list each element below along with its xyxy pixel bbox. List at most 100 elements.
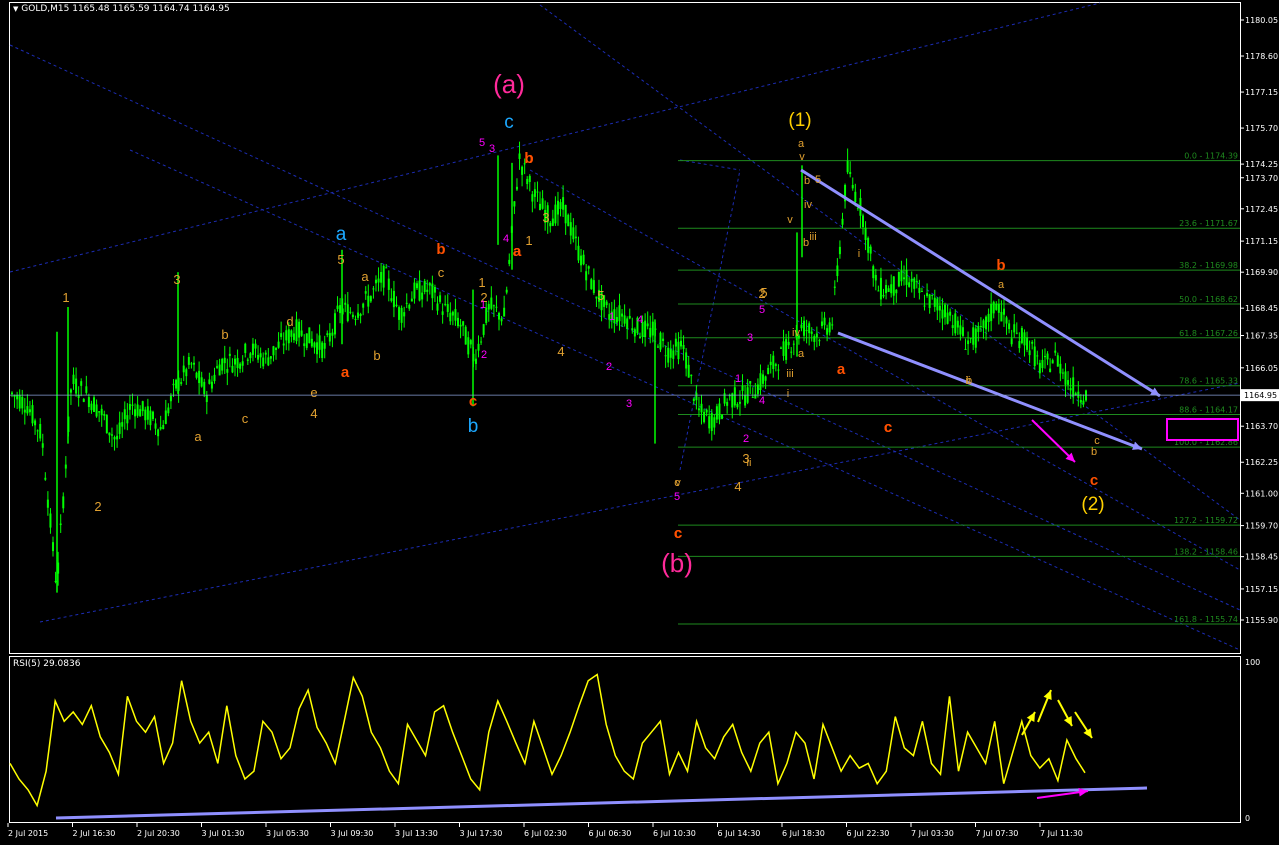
wave-label-cyan: c xyxy=(504,112,514,133)
candle-body xyxy=(244,343,247,354)
target-arrow xyxy=(1031,419,1076,463)
candle-body xyxy=(1082,400,1085,405)
candle-body xyxy=(426,289,429,292)
candle-body xyxy=(649,327,652,338)
candle-body xyxy=(290,330,293,337)
wave-label-magenta: 4 xyxy=(503,233,509,245)
candle-body xyxy=(195,372,198,378)
candle-body xyxy=(392,290,395,308)
candle-body xyxy=(403,312,406,317)
candle-body xyxy=(116,435,119,440)
candle-body xyxy=(1064,371,1067,385)
candle-body xyxy=(582,254,585,265)
fib-level-label: 61.8 - 1167.26 xyxy=(1179,329,1238,338)
candle-body xyxy=(346,304,349,321)
wave-label-gold: 1 xyxy=(478,275,485,290)
y-tick-label: 1155.90 xyxy=(1245,616,1278,625)
y-tick-label: 1174.25 xyxy=(1245,160,1278,169)
candle-body xyxy=(682,344,685,350)
candle-body xyxy=(44,477,47,480)
candle-body xyxy=(905,270,908,285)
candle-body xyxy=(90,403,93,411)
candle-body xyxy=(820,321,823,327)
wave-label-gold: v xyxy=(787,214,793,226)
main-panel-border xyxy=(9,2,1241,654)
symbol-header[interactable]: ▼ GOLD,M15 1165.48 1165.59 1164.74 1164.… xyxy=(13,4,230,14)
trend-arrows xyxy=(55,168,1239,820)
y-tick-label: 1173.70 xyxy=(1245,174,1278,183)
candle-body xyxy=(762,374,765,384)
candle-body xyxy=(16,395,19,400)
candle-body xyxy=(228,353,231,357)
candle-body xyxy=(703,411,706,423)
candle-body xyxy=(364,291,367,294)
rsi-series-line xyxy=(9,673,1086,808)
candle-body xyxy=(987,313,990,323)
candle-body xyxy=(772,355,775,370)
candle-body xyxy=(359,313,362,317)
candle-body xyxy=(398,307,401,320)
candle-body xyxy=(1026,337,1029,350)
candle-body xyxy=(895,289,898,294)
candle-body xyxy=(954,313,957,334)
candle-body xyxy=(897,271,900,287)
candle-body xyxy=(931,294,934,296)
candle-body xyxy=(967,340,970,345)
candle-body xyxy=(587,266,590,269)
candle-body xyxy=(1010,338,1013,345)
candle-body xyxy=(72,374,75,385)
candle-body xyxy=(474,358,477,364)
candle-body xyxy=(956,320,959,328)
wave-label-gold: i xyxy=(858,248,860,260)
candle-body xyxy=(1067,380,1070,385)
candle-body xyxy=(1036,355,1039,357)
candle-body xyxy=(154,423,157,429)
y-tick-label: 1159.70 xyxy=(1245,522,1278,531)
candle-body xyxy=(59,523,62,526)
wave-label-gold: iv xyxy=(804,199,812,211)
candle-body xyxy=(308,327,311,344)
candle-body xyxy=(387,278,390,290)
candle-body xyxy=(41,443,44,448)
wave-label-gold: d xyxy=(286,314,293,329)
candle-body xyxy=(531,194,534,202)
candle-body xyxy=(577,245,580,261)
candle-body xyxy=(131,404,134,406)
x-tick-label: 6 Jul 06:30 xyxy=(589,829,632,838)
candle-body xyxy=(382,265,385,288)
rsi-header: RSI(5) 29.0836 xyxy=(13,659,80,669)
candle-body xyxy=(192,362,195,365)
candle-body xyxy=(98,411,101,413)
candle-body xyxy=(182,365,185,373)
wave-label-orange: c xyxy=(674,525,682,542)
fib-level-label: 127.2 - 1159.72 xyxy=(1174,516,1238,525)
wave-label-orange: c xyxy=(1090,472,1098,489)
candle-body xyxy=(69,389,72,393)
candle-body xyxy=(920,291,923,293)
wave-label-cyan: b xyxy=(468,416,479,437)
candle-body xyxy=(267,357,270,366)
candle-body xyxy=(333,313,336,335)
candle-body xyxy=(556,200,559,215)
wave-label-gold: a xyxy=(194,429,202,444)
candle-body xyxy=(874,274,877,281)
wave-label-magenta: 4 xyxy=(759,395,765,407)
candle-body xyxy=(323,343,326,349)
fib-level-label: 138.2 - 1158.46 xyxy=(1174,547,1238,556)
candle-body xyxy=(759,373,762,390)
candle-body xyxy=(777,369,780,371)
dropdown-triangle-icon[interactable]: ▼ xyxy=(13,5,18,13)
candle-body xyxy=(638,336,641,339)
y-tick-label: 1178.60 xyxy=(1245,52,1278,61)
candle-body xyxy=(615,317,618,323)
candle-body xyxy=(93,397,96,412)
candle-body xyxy=(726,401,729,406)
candle-body xyxy=(23,409,26,413)
candle-body xyxy=(141,401,144,412)
candle-body xyxy=(149,410,152,426)
wave-label-cyan: a xyxy=(336,224,347,245)
candle-body xyxy=(351,314,354,318)
candle-body xyxy=(815,333,818,338)
candle-body xyxy=(380,271,383,283)
candle-body xyxy=(1072,377,1075,397)
